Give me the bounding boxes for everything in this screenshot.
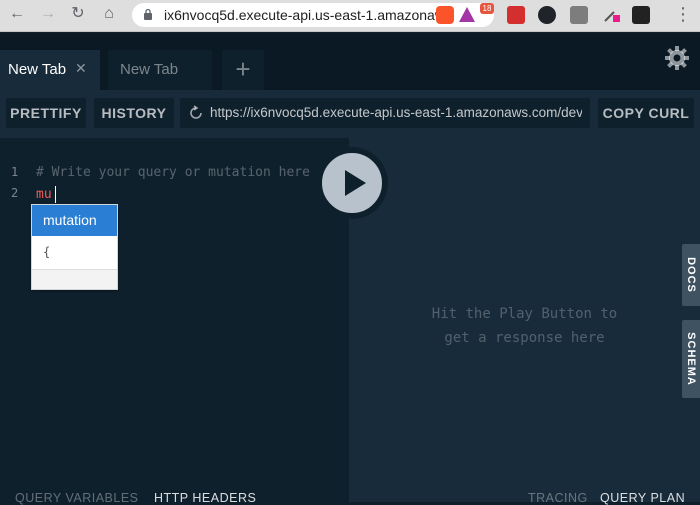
endpoint-input[interactable]: https://ix6nvocq5d.execute-api.us-east-1… xyxy=(180,98,590,128)
react-devtools-icon[interactable] xyxy=(538,6,556,24)
autocomplete-footer xyxy=(32,269,117,289)
line-number: 2 xyxy=(11,186,19,200)
query-variables-tab[interactable]: QUERY VARIABLES xyxy=(15,491,139,505)
playground-tabs: New Tab ✕ New Tab + xyxy=(0,33,700,90)
tab-new-2[interactable]: New Tab xyxy=(108,50,212,90)
browser-toolbar: ← → ↻ ⌂ ix6nvocq5d.execute-api.us-east-1… xyxy=(0,0,700,32)
gear-icon[interactable] xyxy=(664,45,690,71)
endpoint-url: https://ix6nvocq5d.execute-api.us-east-1… xyxy=(210,105,582,120)
forward-icon[interactable]: → xyxy=(37,3,59,25)
close-icon[interactable]: ✕ xyxy=(75,60,87,77)
add-tab-icon[interactable]: + xyxy=(222,50,264,90)
query-editor[interactable]: 1 2 # Write your query or mutation here … xyxy=(0,138,349,502)
text-cursor xyxy=(55,186,56,203)
docs-label: DOCS xyxy=(685,257,697,293)
extension-icon[interactable] xyxy=(570,6,588,24)
hint-line: Hit the Play Button to xyxy=(431,306,618,322)
autocomplete-dropdown: mutation { xyxy=(31,204,118,290)
editor-comment: # Write your query or mutation here xyxy=(36,165,310,180)
editor-typed-text: mu xyxy=(36,187,52,202)
tracing-tab[interactable]: TRACING xyxy=(528,491,588,505)
tab-new-1[interactable]: New Tab ✕ xyxy=(0,50,100,90)
home-icon[interactable]: ⌂ xyxy=(98,3,120,25)
docs-tab[interactable]: DOCS xyxy=(682,244,700,306)
query-plan-tab[interactable]: QUERY PLAN xyxy=(600,491,685,505)
results-panel: Hit the Play Button to get a response he… xyxy=(349,138,700,502)
url-text: ix6nvocq5d.execute-api.us-east-1.amazona… xyxy=(164,7,454,23)
rewards-icon[interactable] xyxy=(458,6,476,24)
reload-icon[interactable]: ↻ xyxy=(67,3,89,25)
schema-tab[interactable]: SCHEMA xyxy=(682,320,700,398)
lock-icon xyxy=(144,8,152,20)
brave-shield-icon[interactable] xyxy=(436,6,454,24)
play-button[interactable] xyxy=(317,148,387,218)
history-button[interactable]: HISTORY xyxy=(94,98,174,128)
hint-line: get a response here xyxy=(444,330,605,346)
prettify-button[interactable]: PRETTIFY xyxy=(6,98,86,128)
play-icon xyxy=(345,170,366,196)
tab-label: New Tab xyxy=(8,61,67,78)
eyedropper-icon[interactable] xyxy=(602,6,620,24)
schema-label: SCHEMA xyxy=(685,332,697,386)
tab-label: New Tab xyxy=(120,61,179,78)
menu-icon[interactable]: ⋮ xyxy=(672,3,694,25)
line-number: 1 xyxy=(11,165,19,179)
toolbar: PRETTIFY HISTORY https://ix6nvocq5d.exec… xyxy=(0,90,700,138)
http-headers-tab[interactable]: HTTP HEADERS xyxy=(154,491,256,505)
extension-icon[interactable] xyxy=(507,6,525,24)
autocomplete-item-mutation[interactable]: mutation xyxy=(32,205,117,236)
ext-badge: 18 xyxy=(480,3,494,14)
copy-curl-button[interactable]: COPY CURL xyxy=(598,98,694,128)
results-hint: Hit the Play Button to get a response he… xyxy=(349,302,700,350)
refresh-icon[interactable] xyxy=(188,105,204,121)
autocomplete-item-brace[interactable]: { xyxy=(32,236,117,269)
extension-icon[interactable] xyxy=(632,6,650,24)
back-icon[interactable]: ← xyxy=(6,3,28,25)
